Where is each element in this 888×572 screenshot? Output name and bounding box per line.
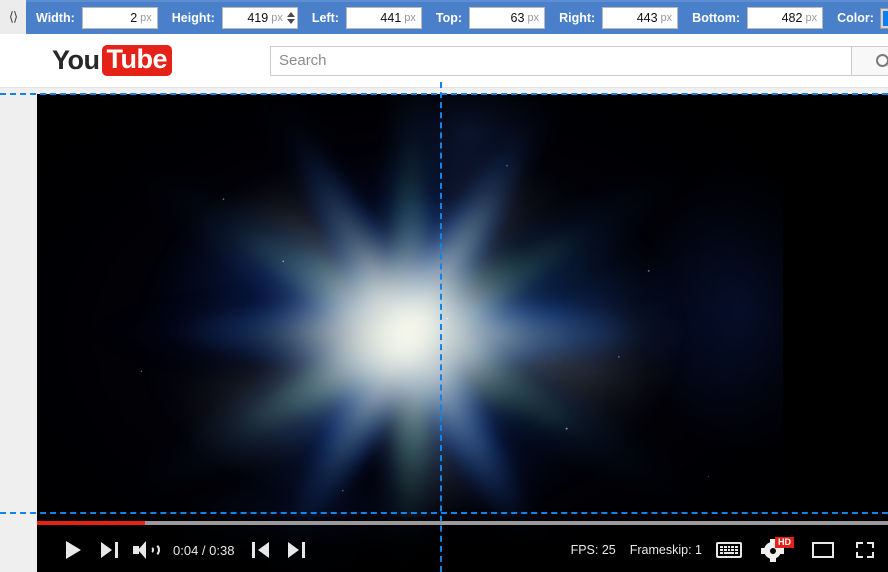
progress-bar-track[interactable] [37, 521, 888, 525]
left-label: Left: [311, 11, 339, 25]
bottom-unit: px [805, 12, 818, 24]
right-value: 443 [636, 11, 658, 25]
height-stepper[interactable] [286, 12, 295, 24]
next-video-icon [287, 542, 305, 558]
right-input[interactable]: 443 px [602, 7, 679, 29]
play-button[interactable] [55, 534, 91, 566]
top-input[interactable]: 63 px [469, 7, 546, 29]
previous-video-icon [251, 542, 269, 558]
stepper-up-icon[interactable] [286, 12, 295, 17]
left-field-group: Left: 441 px [312, 7, 422, 29]
width-input[interactable]: 2 px [81, 7, 158, 29]
height-value: 419 [247, 11, 269, 25]
search-input[interactable] [270, 45, 852, 76]
controls-left-group: 0:04 / 0:38 [37, 534, 314, 566]
volume-icon [133, 541, 160, 559]
search-button[interactable] [852, 45, 888, 76]
measure-toolbar: ⟨⟩ Width: 2 px Height: 419 px Left: 441 … [0, 0, 888, 34]
video-frame[interactable] [37, 94, 783, 572]
top-label: Top: [435, 11, 463, 25]
bottom-label: Bottom: [692, 11, 741, 25]
vignette-overlay [37, 94, 783, 572]
stepper-down-icon[interactable] [286, 19, 295, 24]
top-unit: px [527, 12, 540, 24]
player-controls: 0:04 / 0:38 FPS: 25 Frameskip: 1 HD [37, 517, 888, 572]
right-label: Right: [559, 11, 596, 25]
color-field-group: Color: [837, 7, 888, 29]
controls-right-group: FPS: 25 Frameskip: 1 HD [570, 537, 888, 562]
right-unit: px [660, 12, 673, 24]
bottom-value: 482 [781, 11, 803, 25]
next-video-button[interactable] [278, 534, 314, 566]
height-label: Height: [171, 11, 215, 25]
left-unit: px [404, 12, 416, 24]
width-unit: px [140, 12, 152, 24]
previous-video-button[interactable] [242, 534, 278, 566]
left-value: 441 [380, 11, 402, 25]
settings-button[interactable]: HD [761, 537, 794, 562]
hd-badge: HD [775, 537, 794, 548]
fullscreen-icon[interactable] [856, 542, 874, 558]
volume-button[interactable] [127, 534, 163, 566]
logo-tube-text: Tube [101, 45, 172, 76]
top-field-group: Top: 63 px [435, 7, 546, 29]
measure-fields-bar: Width: 2 px Height: 419 px Left: 441 px [26, 0, 888, 34]
search-bar [270, 45, 888, 76]
logo-you-text: You [52, 45, 100, 75]
controls-row: 0:04 / 0:38 FPS: 25 Frameskip: 1 HD [37, 529, 888, 571]
right-field-group: Right: 443 px [559, 7, 679, 29]
height-field-group: Height: 419 px [172, 7, 298, 29]
youtube-logo[interactable]: You Tube [52, 45, 172, 76]
left-input[interactable]: 441 px [345, 7, 422, 29]
bottom-field-group: Bottom: 482 px [692, 7, 824, 29]
play-icon [65, 541, 81, 559]
progress-bar-played [37, 521, 146, 525]
height-unit: px [271, 12, 283, 24]
time-display: 0:04 / 0:38 [173, 542, 235, 558]
next-frame-icon [100, 542, 118, 558]
youtube-header: You Tube [0, 34, 888, 88]
frameskip-label: Frameskip: 1 [629, 543, 702, 557]
width-value: 2 [130, 11, 138, 25]
page-body: 0:04 / 0:38 FPS: 25 Frameskip: 1 HD [0, 89, 888, 572]
height-input[interactable]: 419 px [221, 7, 298, 29]
gear-center [769, 547, 776, 554]
magnifier-icon [876, 54, 888, 67]
code-brackets-icon[interactable]: ⟨⟩ [0, 0, 26, 34]
width-label: Width: [36, 11, 75, 25]
next-frame-button[interactable] [91, 534, 127, 566]
bottom-input[interactable]: 482 px [747, 7, 824, 29]
miniplayer-icon[interactable] [812, 542, 834, 558]
top-value: 63 [510, 11, 525, 25]
keyboard-icon[interactable] [716, 542, 742, 558]
color-label: Color: [837, 11, 874, 25]
color-swatch[interactable] [879, 7, 888, 29]
fps-label: FPS: 25 [570, 543, 616, 557]
width-field-group: Width: 2 px [36, 7, 158, 29]
video-player[interactable]: 0:04 / 0:38 FPS: 25 Frameskip: 1 HD [37, 94, 888, 572]
